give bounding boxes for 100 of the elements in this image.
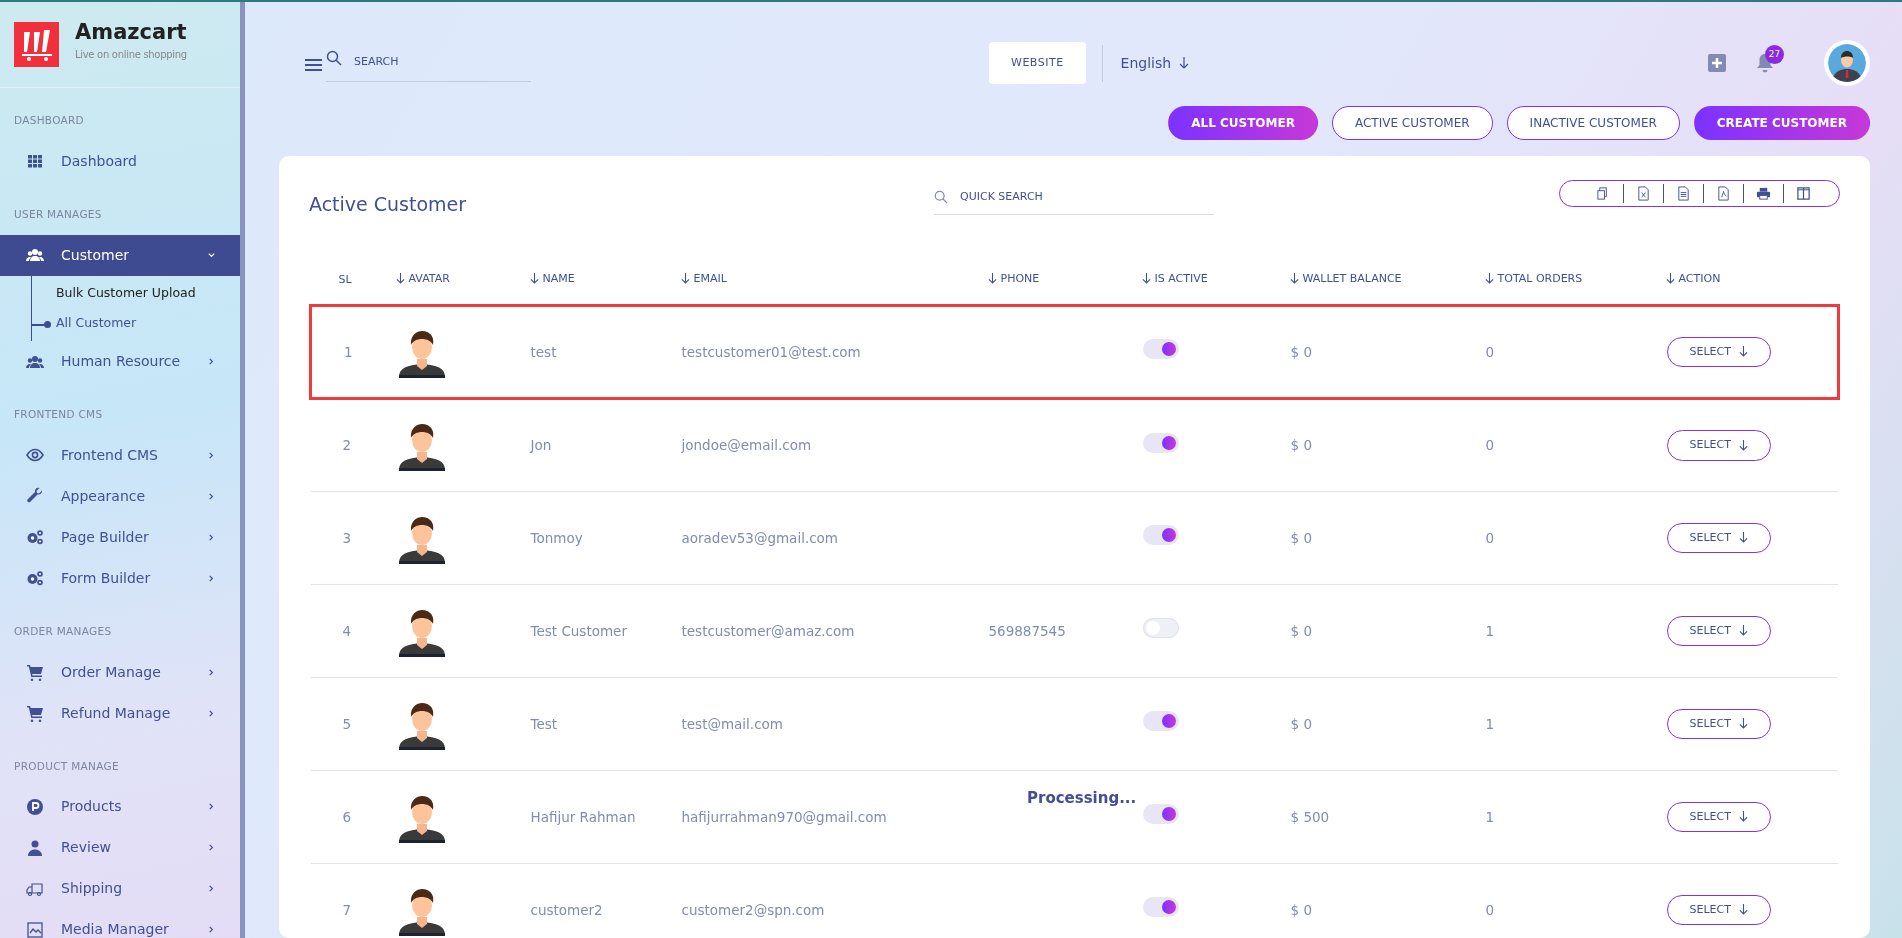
- section-heading: ORDER MANAGES: [13, 623, 113, 639]
- website-button[interactable]: WEBSITE: [989, 41, 1086, 85]
- filter-button[interactable]: CREATE CUSTOMER: [1693, 106, 1870, 140]
- customer-name: Jon: [530, 437, 552, 454]
- columns-icon[interactable]: [1795, 185, 1811, 201]
- arrow-down-icon: [1738, 532, 1748, 544]
- active-toggle[interactable]: [1142, 339, 1179, 360]
- p-circle-icon: [26, 797, 44, 816]
- select-dropdown[interactable]: SELECT: [1666, 615, 1771, 646]
- select-dropdown[interactable]: SELECT: [1666, 522, 1771, 553]
- search-icon: [326, 49, 342, 66]
- select-dropdown[interactable]: SELECT: [1666, 894, 1771, 925]
- select-dropdown[interactable]: SELECT: [1666, 708, 1771, 739]
- customer-name: Test: [530, 715, 558, 732]
- wallet-balance: $ 0: [1290, 901, 1312, 918]
- sidebar-item[interactable]: Media Manager: [0, 909, 240, 938]
- chevron-down-icon: [207, 250, 216, 260]
- filter-button[interactable]: ACTIVE CUSTOMER: [1331, 106, 1493, 140]
- submenu-item[interactable]: All Customer: [32, 308, 240, 339]
- select-dropdown[interactable]: SELECT: [1666, 430, 1771, 461]
- arrow-down-icon: [1179, 57, 1190, 69]
- search-field[interactable]: SEARCH: [352, 53, 502, 72]
- customer-phone: 569887545: [988, 622, 1066, 639]
- column-header[interactable]: NAME: [529, 270, 575, 287]
- select-dropdown[interactable]: SELECT: [1666, 336, 1771, 367]
- active-toggle[interactable]: [1142, 525, 1179, 546]
- section-heading: FRONTEND CMS: [13, 407, 104, 422]
- column-header[interactable]: AVATAR: [395, 270, 450, 287]
- customer-name: Hafijur Rahman: [530, 808, 636, 825]
- column-header[interactable]: SL: [338, 271, 352, 289]
- arrow-down-icon: [680, 273, 690, 285]
- active-toggle[interactable]: [1142, 711, 1179, 732]
- chevron-right-icon: [207, 802, 216, 812]
- sidebar-item[interactable]: Order Manage: [0, 651, 240, 693]
- plus-square-icon[interactable]: [1707, 54, 1726, 72]
- filter-button[interactable]: INACTIVE CUSTOMER: [1506, 106, 1680, 140]
- total-orders: 0: [1485, 901, 1495, 918]
- arrow-down-icon: [1289, 273, 1299, 285]
- chevron-right-icon: [207, 532, 216, 542]
- column-header[interactable]: TOTAL ORDERS: [1484, 270, 1583, 287]
- active-toggle[interactable]: [1142, 432, 1179, 453]
- chevron-right-icon: [207, 357, 216, 366]
- column-header[interactable]: PHONE: [987, 270, 1040, 287]
- sidebar-item[interactable]: Refund Manage: [0, 692, 240, 734]
- active-toggle[interactable]: [1142, 897, 1179, 918]
- file-text-icon[interactable]: [1675, 185, 1691, 201]
- avatar-icon[interactable]: [1823, 40, 1870, 86]
- column-header[interactable]: IS ACTIVE: [1141, 270, 1208, 287]
- customer-email: aoradev53@gmail.com: [681, 529, 838, 546]
- language-dropdown[interactable]: English: [1101, 44, 1208, 82]
- sidebar-item[interactable]: Form Builder: [0, 557, 240, 599]
- submenu-item[interactable]: Bulk Customer Upload: [32, 277, 240, 309]
- row-number: 2: [342, 437, 352, 454]
- total-orders: 0: [1485, 343, 1495, 360]
- active-toggle[interactable]: [1142, 804, 1179, 825]
- arrow-down-icon: [987, 273, 997, 285]
- row-number: 3: [342, 529, 352, 546]
- select-dropdown[interactable]: SELECT: [1666, 801, 1771, 832]
- gears-icon: [26, 528, 44, 547]
- row-number: 4: [342, 622, 352, 639]
- cart-icon: [26, 704, 44, 722]
- total-orders: 1: [1485, 622, 1495, 639]
- customer-email: testcustomer@amaz.com: [681, 622, 855, 639]
- section-heading: USER MANAGES: [13, 206, 103, 222]
- sidebar-item[interactable]: Products: [0, 786, 240, 828]
- cart-icon: [26, 663, 44, 681]
- sidebar-item[interactable]: Frontend CMS: [0, 434, 240, 476]
- menu-icon[interactable]: [305, 58, 322, 72]
- print-icon[interactable]: [1755, 185, 1771, 201]
- sidebar-item[interactable]: Human Resource: [0, 341, 240, 382]
- customer-name: Test Customer: [530, 622, 627, 639]
- file-x-icon[interactable]: [1635, 185, 1651, 201]
- arrow-down-icon: [1738, 904, 1748, 916]
- card-title: Active Customer: [309, 192, 468, 217]
- wallet-balance: $ 0: [1290, 437, 1312, 454]
- arrow-down-icon: [1738, 346, 1748, 358]
- total-orders: 0: [1485, 529, 1495, 546]
- wallet-balance: $ 500: [1290, 808, 1330, 825]
- customer-email: testcustomer01@test.com: [681, 343, 861, 360]
- arrow-down-icon: [1738, 439, 1748, 451]
- search-icon: [934, 189, 948, 204]
- notification-badge: 27: [1764, 44, 1784, 64]
- brand-tagline: Live on online shopping: [75, 48, 187, 62]
- row-number: 1: [344, 343, 353, 360]
- sidebar-item[interactable]: Page Builder: [0, 516, 240, 558]
- column-header[interactable]: EMAIL: [680, 270, 727, 287]
- filter-button[interactable]: ALL CUSTOMER: [1168, 106, 1318, 140]
- customer-name: Tonmoy: [530, 529, 583, 546]
- active-toggle[interactable]: [1142, 618, 1179, 639]
- file-pdf-icon[interactable]: [1715, 185, 1731, 201]
- sidebar-item[interactable]: Appearance: [0, 475, 240, 517]
- column-header[interactable]: ACTION: [1665, 270, 1721, 287]
- sidebar-item[interactable]: Shipping: [0, 868, 240, 910]
- sidebar-item[interactable]: Review: [0, 827, 240, 869]
- sidebar-item[interactable]: Customer: [0, 234, 240, 276]
- column-header[interactable]: WALLET BALANCE: [1289, 270, 1402, 287]
- processing-indicator: Processing...: [1027, 788, 1137, 809]
- total-orders: 1: [1485, 715, 1495, 732]
- sidebar-item[interactable]: Dashboard: [0, 140, 240, 182]
- customer-name: customer2: [530, 901, 603, 918]
